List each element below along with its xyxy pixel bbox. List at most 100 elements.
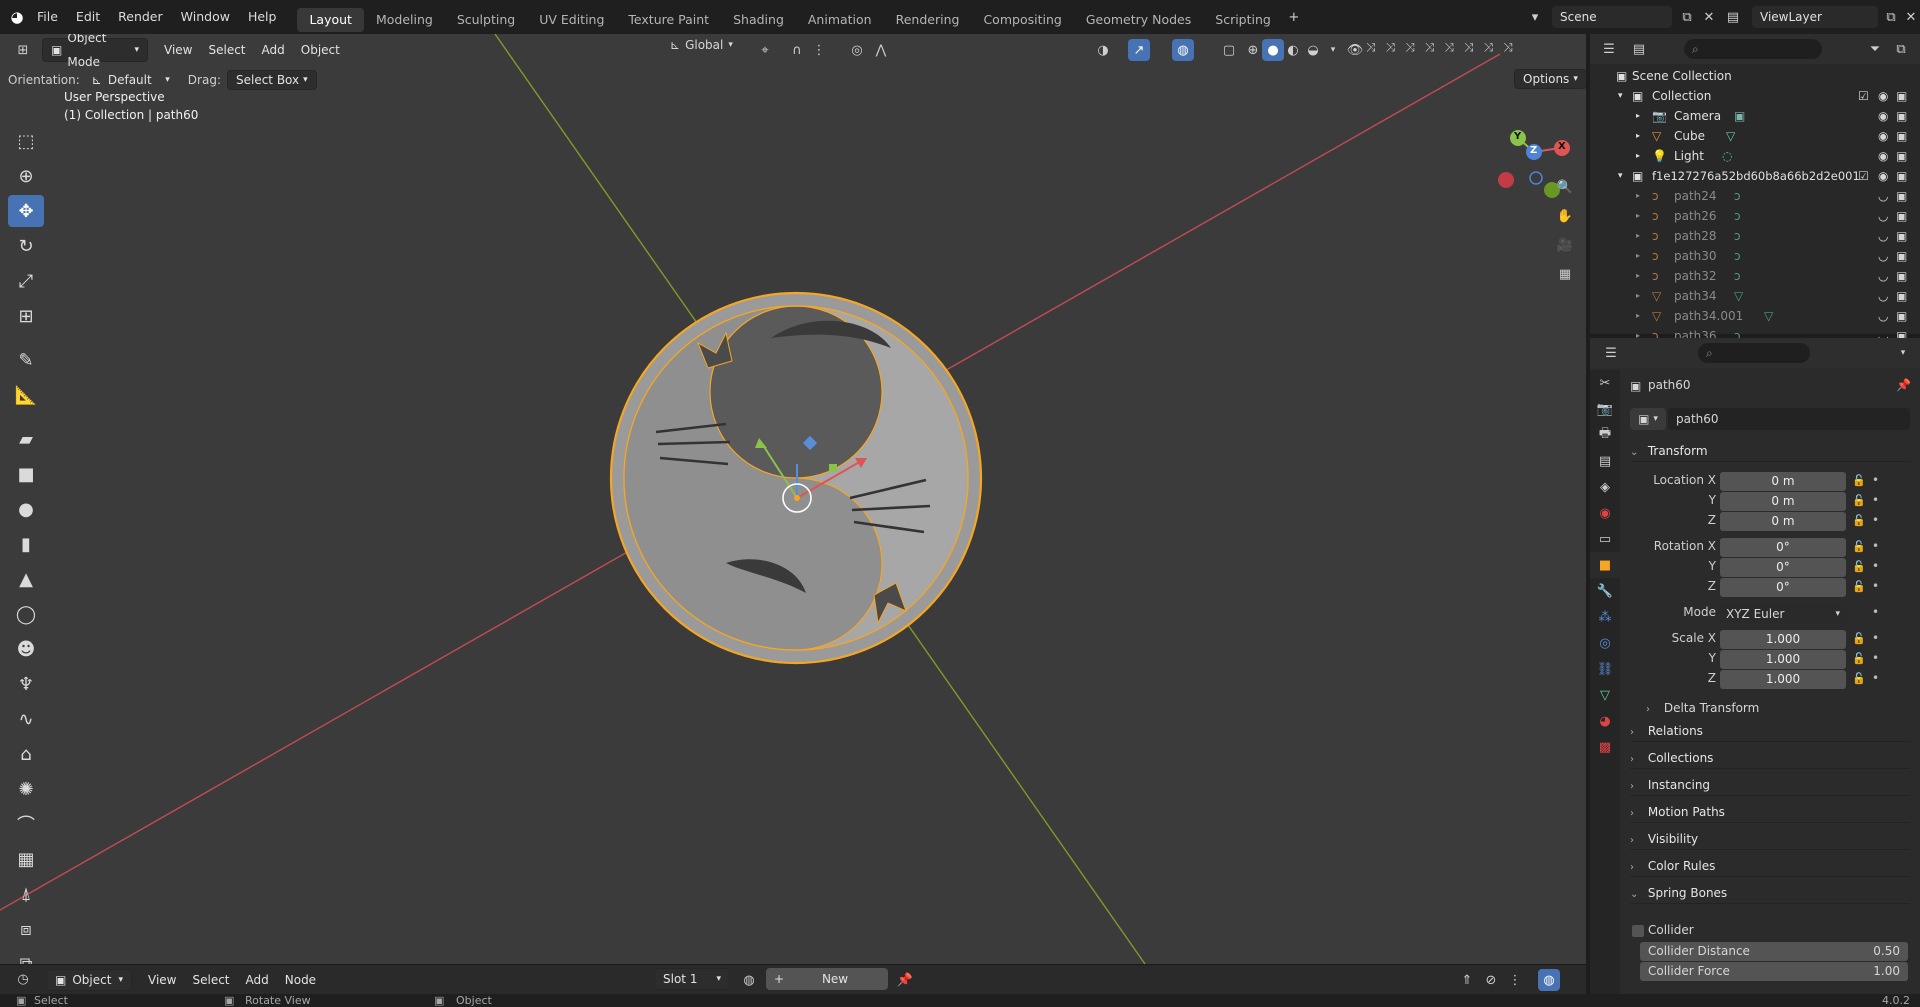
gizmo-label-z[interactable]: Z [1530,145,1537,156]
render-camera-icon[interactable]: ▣ [1896,186,1907,206]
bottom-menu-node[interactable]: Node [277,968,324,992]
render-camera-icon[interactable]: ▣ [1896,166,1907,186]
tree-row-cube[interactable]: ▸ ▽ Cube ▽ ◉ ▣ [1590,126,1920,146]
rotation-y-field[interactable]: 0° [1720,558,1846,577]
tree-row-path[interactable]: ▸ ↄ path32 ↄ ◡ ▣ [1590,266,1920,286]
visibility-eye-icon[interactable]: ◉ [1878,106,1888,126]
delete-view-layer-icon[interactable]: ✕ [1900,6,1920,28]
location-x-field[interactable]: 0 m [1720,472,1846,491]
lock-icon[interactable]: 🔓 [1852,494,1866,507]
workspace-tab-modeling[interactable]: Modeling [364,8,445,32]
render-tab-icon[interactable]: 📷 [1590,396,1620,422]
pin-icon[interactable]: 📌 [894,969,916,991]
expand-arrow-icon[interactable]: ▸ [1636,146,1640,166]
lock-icon[interactable]: 🔓 [1852,580,1866,593]
add-cube-tool-icon[interactable]: ■ [8,458,44,490]
modifier-tab-icon[interactable]: 🔧 [1590,578,1620,604]
gizmo-toggle-icon[interactable]: ↗ [1128,39,1150,61]
expand-arrow-icon[interactable]: ▸ [1636,206,1640,226]
add-armature-tool-icon[interactable]: ♆ [8,668,44,700]
color-rules-panel-header[interactable]: › Color Rules [1630,855,1910,877]
solid-shading-icon[interactable]: ● [1262,39,1284,61]
add-cone-tool-icon[interactable]: ▲ [8,563,44,595]
workspace-tab-layout[interactable]: Layout [297,7,364,32]
tree-row-light[interactable]: ▸ 💡 Light ◌ ◉ ▣ [1590,146,1920,166]
editor-type-icon[interactable]: ⊞ [12,39,34,61]
texture-tab-icon[interactable]: ▩ [1590,734,1620,760]
display-mode-icon[interactable]: ▤ [1628,38,1650,60]
collection-tab-icon[interactable]: ▭ [1590,526,1620,552]
keyframe-dot-icon[interactable]: • [1872,631,1879,645]
workspace-tab-rendering[interactable]: Rendering [884,8,972,32]
bottom-menu-add[interactable]: Add [238,968,277,992]
transform-orientation-dropdown[interactable]: ⊾ Global ▾ [670,38,733,52]
view-layer-tab-icon[interactable]: ▤ [1590,448,1620,474]
object-tab-icon[interactable]: ■ [1590,552,1620,578]
pin-icon[interactable]: 📌 [1896,378,1911,392]
viewport-menu-select[interactable]: Select [200,38,253,62]
keyframe-dot-icon[interactable]: • [1872,539,1879,553]
hidden-eye-icon[interactable]: ◡ [1878,246,1888,266]
object-name-field[interactable]: path60 [1668,408,1910,430]
lock-icon[interactable]: 🔓 [1852,652,1866,665]
visibility-eye-icon[interactable]: ◉ [1878,166,1888,186]
motion-paths-panel-header[interactable]: › Motion Paths [1630,801,1910,823]
keyframe-dot-icon[interactable]: • [1872,473,1879,487]
data-tab-icon[interactable]: ▽ [1590,682,1620,708]
camera-view-icon[interactable]: 🎥 [1552,232,1578,258]
relations-panel-header[interactable]: › Relations [1630,720,1910,742]
add-torus-tool-icon[interactable]: ◯ [8,598,44,630]
hidden-eye-icon[interactable]: ◡ [1878,306,1888,326]
slot-dropdown[interactable]: Slot 1 ▾ [654,968,730,990]
render-camera-icon[interactable]: ▣ [1896,206,1907,226]
keyframe-dot-icon[interactable]: • [1872,579,1879,593]
particles-tab-icon[interactable]: ⁂ [1590,604,1620,630]
tree-row-camera[interactable]: ▸ 📷 Camera ▣ ◉ ▣ [1590,106,1920,126]
hidden-eye-icon[interactable]: ◡ [1878,226,1888,246]
lock-icon[interactable]: 🔓 [1852,560,1866,573]
outliner-search-field[interactable]: ⌕ [1684,39,1822,59]
tree-row-path[interactable]: ▸ ▽ path34 ▽ ◡ ▣ [1590,286,1920,306]
keyframe-dot-icon[interactable]: • [1872,493,1879,507]
render-camera-icon[interactable]: ▣ [1896,246,1907,266]
bottom-menu-view[interactable]: View [140,968,184,992]
tool-tab-icon[interactable]: ✂ [1590,370,1620,396]
add-bell-tool-icon[interactable]: ⍋ [8,878,44,910]
collider-checkbox[interactable] [1632,925,1644,937]
snap-target-icon[interactable]: ⋮ [808,39,830,61]
expand-arrow-icon[interactable]: ▸ [1636,246,1640,266]
location-z-field[interactable]: 0 m [1720,512,1846,531]
scene-selector-icon[interactable]: ▾ [1524,6,1546,28]
viewport-menu-view[interactable]: View [156,38,200,62]
bottom-editor-type-icon[interactable]: ◷ [12,969,34,991]
lock-icon[interactable]: 🔓 [1852,540,1866,553]
add-monkey-tool-icon[interactable]: ☻ [8,633,44,665]
snap-icon[interactable]: ∩ [786,39,808,61]
properties-editor-type-icon[interactable]: ☰ [1600,342,1622,364]
scale-y-field[interactable]: 1.000 [1720,650,1846,669]
render-camera-icon[interactable]: ▣ [1896,86,1907,106]
bottom-mode-dropdown[interactable]: ▣ Object ▾ [46,968,132,991]
expand-arrow-icon[interactable]: ▸ [1636,306,1640,326]
keyframe-dot-icon[interactable]: • [1872,559,1879,573]
add-box-tool-icon[interactable]: ⧉ [8,948,44,965]
visibility-eye-icon[interactable]: 👁 [1344,39,1366,61]
lock-icon[interactable]: 🔓 [1852,672,1866,685]
keyframe-dot-icon[interactable]: • [1872,671,1879,685]
outliner-editor-type-icon[interactable]: ☰ [1598,38,1620,60]
select-box-tool-icon[interactable]: ⬚ [8,125,44,157]
keyframe-dot-icon[interactable]: • [1872,605,1879,619]
add-arc-tool-icon[interactable]: ⌒ [8,808,44,840]
falloff-icon[interactable]: ⋀ [870,39,892,61]
filter-icon[interactable]: ⏷ [1864,38,1886,60]
keyframe-dot-icon[interactable]: • [1872,651,1879,665]
world-tab-icon[interactable]: ◉ [1590,500,1620,526]
wireframe-shading-icon[interactable]: ⊕ [1242,39,1264,61]
view-layer-selector-icon[interactable]: ▤ [1722,6,1744,28]
visibility-eye-icon[interactable]: ◉ [1878,126,1888,146]
lock-icon[interactable]: 🔓 [1852,474,1866,487]
new-view-layer-icon[interactable]: ⧉ [1880,6,1902,28]
hidden-eye-icon[interactable]: ◡ [1878,286,1888,306]
shading-options-icon[interactable]: ▾ [1322,39,1344,61]
rotation-x-field[interactable]: 0° [1720,538,1846,557]
